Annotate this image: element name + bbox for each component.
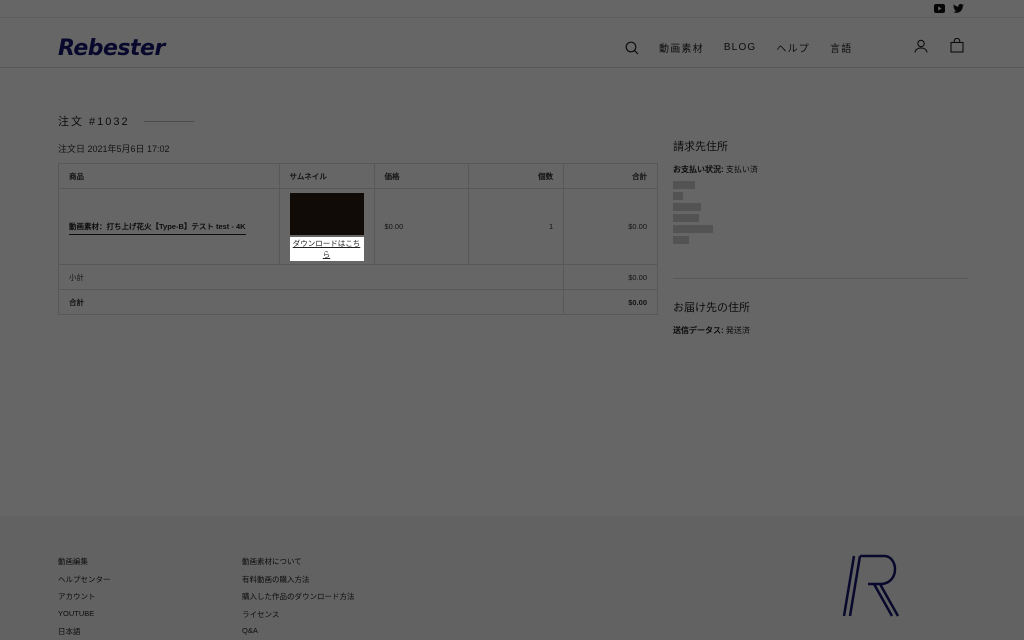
shipping-status-value: 発送済 [725,326,750,335]
site-footer: 動画編集 ヘルプセンター アカウント YOUTUBE 日本語 動画素材について … [0,516,1024,640]
order-table: 商品 サムネイル 価格 個数 合計 動画素材：打ち上げ花火【Type-B】テスト… [57,163,658,315]
product-thumbnail[interactable] [289,192,364,235]
payment-status-label: お支払い状況: [673,165,724,174]
shipping-heading: お届け先の住所 [673,302,750,314]
search-icon[interactable] [625,41,639,55]
table-header-row: 商品 サムネイル 価格 個数 合計 [58,163,658,189]
site-logo[interactable]: Rebester [58,36,165,61]
payment-status: お支払い状況: 支払い済 [673,164,968,175]
footer-link[interactable]: ライセンス [242,609,355,627]
account-icon[interactable] [914,39,928,58]
nav-item-help[interactable]: ヘルプ [776,40,810,55]
nav-item-blog[interactable]: BLOG [724,42,757,53]
footer-logo-mark [840,552,906,625]
title-divider [143,120,194,122]
column-price: 価格 [373,163,470,189]
qty-cell: 1 [468,188,565,265]
grand-total-label: 合計 [57,289,565,315]
grand-total-row: 合計 $0.00 [57,289,658,315]
footer-link[interactable]: 購入した作品のダウンロード方法 [242,591,355,609]
shipping-status: 送信データス: 発送済 [673,325,968,336]
site-header: Rebester 動画素材 BLOG ヘルプ 言語 [0,18,1024,68]
footer-link[interactable]: YOUTUBE [58,609,111,627]
payment-status-value: 支払い済 [725,165,758,174]
total-cell: $0.00 [563,188,658,265]
order-date: 注文日 2021年5月6日 17:02 [58,144,170,154]
main-nav: 動画素材 BLOG ヘルプ 言語 [625,40,872,55]
top-bar [0,0,1024,18]
subtotal-row: 小計 $0.00 [57,264,658,290]
page-title: 注文 #1032 [58,113,194,129]
column-total: 合計 [563,163,658,189]
footer-link[interactable]: 動画編集 [58,556,111,574]
footer-link[interactable]: 動画素材について [242,556,355,574]
footer-link[interactable]: アカウント [58,591,111,609]
footer-link[interactable]: Q&A [242,626,355,640]
column-product: 商品 [58,163,280,189]
billing-heading: 請求先住所 [673,141,728,153]
footer-column-2: 動画素材について 有料動画の購入方法 購入した作品のダウンロード方法 ライセンス… [242,556,355,640]
nav-item-language[interactable]: 言語 [830,40,852,55]
price-cell: $0.00 [373,188,470,265]
redacted-billing-address [673,181,968,244]
product-cell: 動画素材：打ち上げ花火【Type-B】テスト test - 4K [58,188,280,265]
footer-link[interactable]: 日本語 [58,626,111,640]
thumbnail-cell: ダウンロードはこちら [278,188,375,265]
nav-item-video-assets[interactable]: 動画素材 [659,40,704,55]
table-row: 動画素材：打ち上げ花火【Type-B】テスト test - 4K ダウンロードは… [58,188,658,265]
cart-icon[interactable] [950,37,964,58]
grand-total-value: $0.00 [563,289,658,315]
column-qty: 個数 [468,163,565,189]
sidebar-divider [673,278,968,279]
address-sidebar: 請求先住所 お支払い状況: 支払い済 お届け先の住所 送信データス: 発送済 [673,138,968,336]
twitter-icon[interactable] [953,3,964,14]
column-thumbnail: サムネイル [278,163,375,189]
product-link[interactable]: 動画素材：打ち上げ花火【Type-B】テスト test - 4K [69,222,246,235]
footer-link[interactable]: 有料動画の購入方法 [242,574,355,592]
download-link[interactable]: ダウンロードはこちら [289,236,364,261]
subtotal-value: $0.00 [563,264,658,290]
youtube-icon[interactable] [934,3,945,14]
shipping-status-label: 送信データス: [673,326,724,335]
header-icons [914,37,964,58]
subtotal-label: 小計 [57,264,565,290]
footer-link[interactable]: ヘルプセンター [58,574,111,592]
footer-column-1: 動画編集 ヘルプセンター アカウント YOUTUBE 日本語 [58,556,111,640]
